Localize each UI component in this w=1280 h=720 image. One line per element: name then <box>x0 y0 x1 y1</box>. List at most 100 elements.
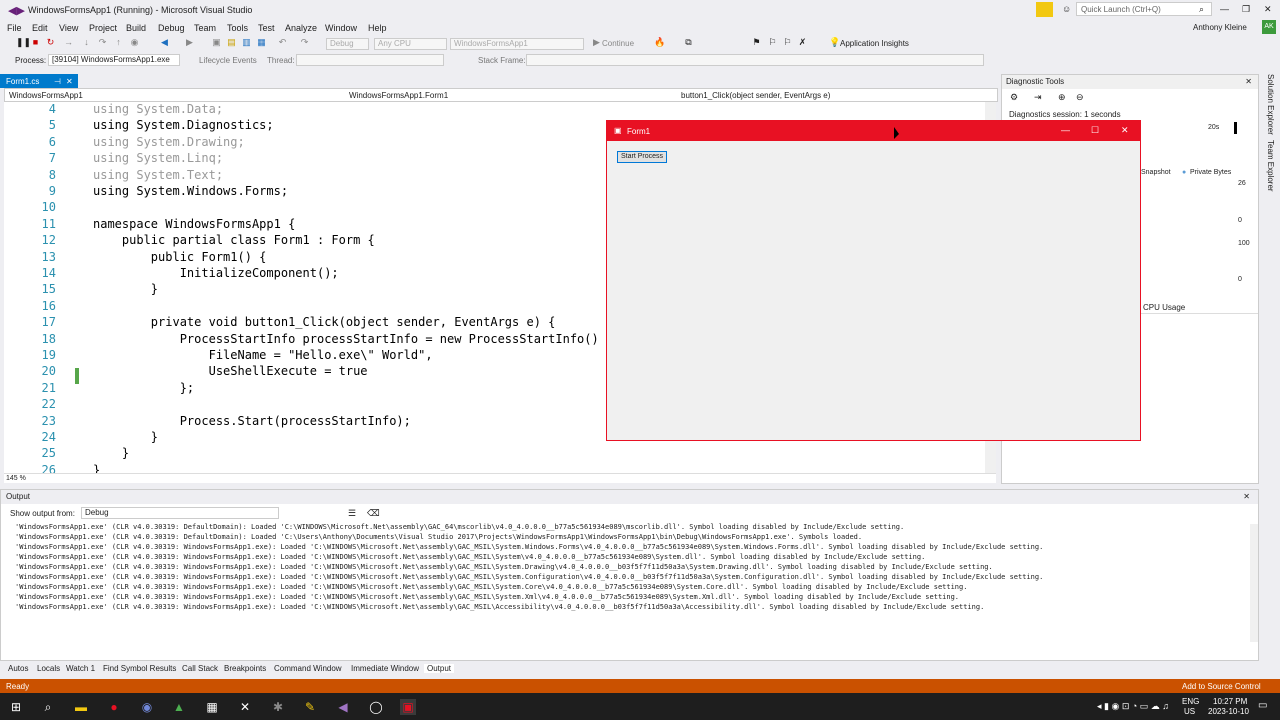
form-close-icon[interactable]: ✕ <box>1121 125 1129 136</box>
form1-title-bar[interactable]: ▣ Form1 — ☐ ✕ <box>607 121 1140 141</box>
menu-file[interactable]: File <box>7 23 22 33</box>
output-scrollbar[interactable] <box>1250 524 1258 642</box>
threads-icon[interactable]: ⧉ <box>684 38 693 47</box>
region-indicator[interactable]: US <box>1184 707 1195 716</box>
stack-frame-select[interactable] <box>526 54 984 66</box>
clock-date[interactable]: 2023-10-10 <box>1208 707 1249 716</box>
form1-taskbar-icon[interactable]: ▣ <box>400 699 416 715</box>
start-process-button[interactable]: Start Process <box>617 151 667 163</box>
step-out-icon[interactable]: ↑ <box>114 38 123 47</box>
menu-analyze[interactable]: Analyze <box>285 23 317 33</box>
code-line[interactable]: } <box>93 446 129 460</box>
tab-find-symbol-results[interactable]: Find Symbol Results <box>103 664 176 673</box>
game-icon[interactable]: ▦ <box>204 699 220 715</box>
lang-indicator[interactable]: ENG <box>1182 697 1199 706</box>
lifecycle-events-button[interactable]: Lifecycle Events <box>199 56 257 65</box>
continue-button[interactable]: Continue <box>602 39 634 48</box>
code-line[interactable]: ProcessStartInfo processStartInfo = new … <box>93 332 613 346</box>
tab-immediate-window[interactable]: Immediate Window <box>351 664 419 673</box>
menu-team[interactable]: Team <box>194 23 216 33</box>
form-minimize-icon[interactable]: — <box>1061 125 1070 135</box>
redo-icon[interactable]: ↷ <box>300 38 309 47</box>
notifications-icon[interactable]: ▭ <box>1258 700 1267 711</box>
nav-class-select[interactable]: WindowsFormsApp1.Form1 <box>349 91 448 100</box>
code-line[interactable]: using System.Drawing; <box>93 135 245 149</box>
code-line[interactable]: FileName = "Hello.exe\" World", <box>93 348 433 362</box>
tab-locals[interactable]: Locals <box>37 664 60 673</box>
step-into-icon[interactable]: ↓ <box>82 38 91 47</box>
bookmark-icon[interactable]: ⚑ <box>752 38 761 47</box>
hot-reload-icon[interactable]: 🔥 <box>654 38 665 47</box>
step-over-icon[interactable]: ↷ <box>98 38 107 47</box>
file-explorer-icon[interactable]: ▬ <box>73 699 89 715</box>
select-tools-icon[interactable]: ⇥ <box>1034 92 1042 103</box>
word-wrap-icon[interactable]: ☰ <box>348 508 356 519</box>
open-icon[interactable]: ▤ <box>227 38 236 47</box>
code-line[interactable]: public Form1() { <box>93 250 267 264</box>
code-line[interactable]: UseShellExecute = true <box>93 364 368 378</box>
thread-select[interactable] <box>296 54 444 66</box>
bookmark-clear-icon[interactable]: ✗ <box>798 38 807 47</box>
code-line[interactable]: public partial class Form1 : Form { <box>93 233 375 247</box>
bookmark-prev-icon[interactable]: ⚐ <box>768 38 777 47</box>
team-explorer-tab[interactable]: Team Explorer <box>1266 140 1275 192</box>
code-line[interactable]: using System.Data; <box>93 102 223 116</box>
code-line[interactable]: }; <box>93 381 194 395</box>
code-line[interactable]: using System.Diagnostics; <box>93 118 274 132</box>
stop-icon[interactable]: ■ <box>31 38 40 47</box>
code-line[interactable]: } <box>93 463 100 473</box>
search-icon[interactable]: ⌕ <box>1199 4 1204 15</box>
menu-tools[interactable]: Tools <box>227 23 248 33</box>
menu-edit[interactable]: Edit <box>32 23 48 33</box>
menu-window[interactable]: Window <box>325 23 357 33</box>
tab-output[interactable]: Output <box>424 664 455 673</box>
menu-test[interactable]: Test <box>258 23 275 33</box>
code-line[interactable]: using System.Linq; <box>93 151 223 165</box>
menu-debug[interactable]: Debug <box>158 23 185 33</box>
windows-start-icon[interactable]: ⊞ <box>8 699 24 715</box>
code-line[interactable]: using System.Text; <box>93 168 223 182</box>
restart-icon[interactable]: ↻ <box>46 38 55 47</box>
vivaldi-icon[interactable]: ● <box>106 699 122 715</box>
output-source-select[interactable]: Debug <box>81 507 279 519</box>
code-line[interactable]: InitializeComponent(); <box>93 266 339 280</box>
code-line[interactable]: using System.Windows.Forms; <box>93 184 288 198</box>
clock-time[interactable]: 10:27 PM <box>1213 697 1247 706</box>
tab-close-icon[interactable]: ✕ <box>66 77 73 86</box>
save-icon[interactable]: ▥ <box>242 38 251 47</box>
platform-select[interactable]: Any CPU <box>374 38 447 50</box>
close-icon[interactable]: ✕ <box>1264 4 1272 15</box>
tab-command-window[interactable]: Command Window <box>274 664 342 673</box>
discord-icon[interactable]: ◉ <box>139 699 155 715</box>
tab-autos[interactable]: Autos <box>8 664 28 673</box>
panel-close-icon[interactable]: ✕ <box>1245 77 1252 86</box>
undo-icon[interactable]: ↶ <box>278 38 287 47</box>
menu-help[interactable]: Help <box>368 23 387 33</box>
continue-icon[interactable]: ▶ <box>592 38 601 47</box>
app-icon[interactable]: ▲ <box>171 699 187 715</box>
menu-project[interactable]: Project <box>89 23 117 33</box>
new-item-icon[interactable]: ▣ <box>212 38 221 47</box>
pause-icon[interactable]: ❚❚ <box>16 38 31 47</box>
zoom-in-icon[interactable]: ⊕ <box>1058 92 1066 103</box>
menu-build[interactable]: Build <box>126 23 146 33</box>
solution-explorer-tab[interactable]: Solution Explorer <box>1266 74 1275 135</box>
code-line[interactable]: } <box>93 282 158 296</box>
tab-breakpoints[interactable]: Breakpoints <box>224 664 266 673</box>
breakpoint-icon[interactable]: ◉ <box>130 38 139 47</box>
github-icon[interactable]: ◯ <box>368 699 384 715</box>
bookmark-next-icon[interactable]: ⚐ <box>783 38 792 47</box>
forward-icon[interactable]: ▶ <box>185 38 194 47</box>
maximize-icon[interactable]: ❐ <box>1242 4 1250 15</box>
zoom-out-icon[interactable]: ⊖ <box>1076 92 1084 103</box>
nav-project-select[interactable]: WindowsFormsApp1 <box>9 91 83 100</box>
tab-form1-cs[interactable]: Form1.cs ⊣ ✕ <box>0 74 78 88</box>
editor-app-icon[interactable]: ✕ <box>237 699 253 715</box>
paint-icon[interactable]: ✎ <box>302 699 318 715</box>
code-line[interactable]: Process.Start(processStartInfo); <box>93 414 411 428</box>
visual-studio-icon[interactable]: ◀ <box>335 699 351 715</box>
back-icon[interactable]: ◀ <box>160 38 169 47</box>
startup-select[interactable]: WindowsFormsApp1 <box>450 38 584 50</box>
code-line[interactable]: } <box>93 430 158 444</box>
code-line[interactable]: private void button1_Click(object sender… <box>93 315 556 329</box>
